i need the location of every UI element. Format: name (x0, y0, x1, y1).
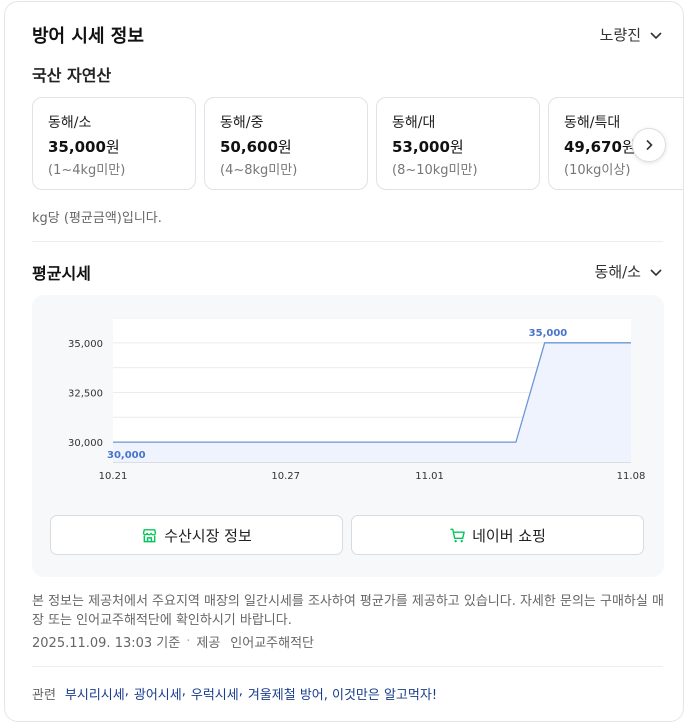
price-card-list: 동해/소 35,000원 (1~4kg미만) 동해/중 50,600원 (4~8… (32, 97, 683, 191)
price-card-name: 동해/대 (392, 115, 436, 131)
price-card-range: (10kg이상) (564, 163, 631, 178)
price-card-name: 동해/특대 (564, 115, 621, 131)
market-select[interactable]: 노량진 (600, 24, 663, 45)
price-line-chart: 35,000 32,500 30,000 10.21 10.27 11.01 11.08 30… (68, 317, 646, 482)
divider (32, 241, 663, 242)
data-label: 30,000 (107, 450, 146, 461)
naver-shopping-button[interactable]: 네이버 쇼핑 (351, 515, 644, 555)
price-card-price: 50,600원 (220, 138, 292, 156)
store-icon (142, 528, 157, 542)
price-card-range: (4~8kg미만) (220, 163, 298, 178)
price-card-range: (1~4kg미만) (48, 163, 126, 178)
price-card-name: 동해/소 (48, 115, 92, 131)
x-tick-label: 11.01 (415, 471, 444, 482)
source-meta: 2025.11.09. 13:03 기준 · 제공 인어교주해적단 (32, 632, 314, 651)
related-label: 관련 (32, 688, 56, 703)
comma-separator: , (238, 684, 243, 699)
related-link-rockfish[interactable]: 우럭시세 (191, 684, 239, 703)
naver-shopping-label: 네이버 쇼핑 (472, 526, 546, 545)
average-price-title: 평균시세 (32, 264, 91, 283)
chevron-down-icon (650, 31, 662, 39)
price-card-east-small[interactable]: 동해/소 35,000원 (1~4kg미만) (32, 97, 196, 190)
page-title: 방어 시세 정보 (32, 26, 144, 47)
separator-dot: · (186, 634, 191, 649)
price-card-east-large[interactable]: 동해/대 53,000원 (8~10kg미만) (376, 97, 540, 190)
disclaimer-text: 본 정보는 제공처에서 주요지역 매장의 일간시세를 조사하여 평균가를 제공하… (32, 594, 664, 628)
chevron-down-icon (650, 268, 662, 276)
divider (32, 666, 663, 667)
market-select-label: 노량진 (599, 26, 641, 44)
fish-market-info-label: 수산시장 정보 (164, 526, 252, 545)
comma-separator: , (181, 684, 186, 699)
price-info-card: 방어 시세 정보 노량진 국산 자연산 동해/소 35,000원 (1~4kg미… (4, 1, 684, 722)
unit-note: kg당 (평균금액)입니다. (32, 211, 162, 226)
price-card-price: 53,000원 (392, 138, 464, 156)
data-label: 35,000 (529, 328, 568, 339)
fish-market-info-button[interactable]: 수산시장 정보 (50, 515, 343, 555)
comma-separator: , (124, 684, 129, 699)
provider-label: 제공 (196, 636, 221, 651)
price-card-range: (8~10kg미만) (392, 163, 478, 178)
provider-name: 인어교주해적단 (230, 636, 315, 651)
size-select-label: 동해/소 (594, 263, 641, 281)
y-tick-label: 32,500 (68, 388, 103, 399)
chart-panel: 35,000 32,500 30,000 10.21 10.27 11.01 11.08 30… (32, 295, 664, 577)
next-cards-button[interactable] (632, 128, 666, 162)
y-tick-label: 35,000 (68, 339, 103, 350)
related-link-winter-article[interactable]: 겨울제철 방어, 이것만은 알고먹자! (248, 684, 437, 703)
timestamp: 2025.11.09. 13:03 기준 (32, 636, 181, 651)
price-card-east-medium[interactable]: 동해/중 50,600원 (4~8kg미만) (204, 97, 368, 190)
price-card-name: 동해/중 (220, 115, 264, 131)
related-link-yellowtail[interactable]: 부시리시세 (65, 684, 125, 703)
y-tick-label: 30,000 (68, 438, 103, 449)
related-link-flatfish[interactable]: 광어시세 (134, 684, 182, 703)
x-tick-label: 10.21 (99, 471, 128, 482)
related-links: 관련 부시리시세, 광어시세, 우럭시세, 겨울제철 방어, 이것만은 알고먹자… (32, 684, 437, 703)
x-tick-label: 10.27 (271, 471, 300, 482)
cart-icon (450, 528, 465, 542)
x-tick-label: 11.08 (617, 471, 646, 482)
domestic-subtitle: 국산 자연산 (32, 66, 112, 85)
size-select[interactable]: 동해/소 (595, 261, 663, 282)
price-card-price: 49,670원 (564, 138, 636, 156)
chevron-right-icon (646, 139, 653, 151)
price-card-price: 35,000원 (48, 138, 120, 156)
